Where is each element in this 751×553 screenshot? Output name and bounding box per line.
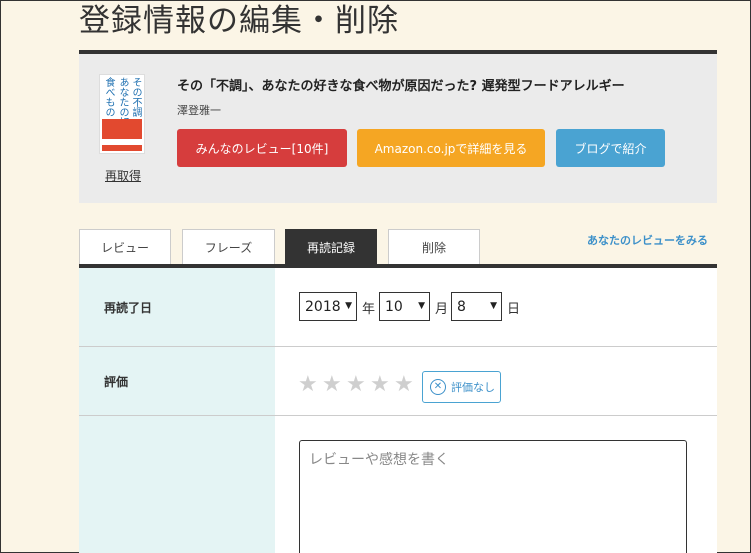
year-select[interactable]: 2018 ▼ <box>299 292 357 321</box>
rating-label: 評価 <box>104 375 129 389</box>
star-icon-5[interactable]: ★ <box>394 373 414 397</box>
all-reviews-button[interactable]: みんなのレビュー[10件] <box>177 129 347 167</box>
book-panel: その不調 あなたの好 食べもの 再取得 その「不調」、あなたの好きな食べ物が原因… <box>79 54 717 203</box>
close-circle-icon: ✕ <box>430 379 446 395</box>
amazon-details-button[interactable]: Amazon.co.jpで詳細を見る <box>357 129 545 167</box>
year-select-value: 2018 <box>305 298 341 315</box>
row-divider <box>79 415 717 416</box>
cover-text-3: 食べもの <box>103 77 114 117</box>
month-select[interactable]: 10 ▼ <box>379 292 430 321</box>
day-select[interactable]: 8 ▼ <box>451 292 502 321</box>
chevron-down-icon: ▼ <box>418 301 425 311</box>
your-review-link[interactable]: あなたのレビューをみる <box>587 232 708 248</box>
refetch-link[interactable]: 再取得 <box>105 167 141 184</box>
tab-review[interactable]: レビュー <box>79 229 171 265</box>
star-icon-1[interactable]: ★ <box>298 373 318 397</box>
month-select-value: 10 <box>385 298 403 315</box>
star-icon-3[interactable]: ★ <box>346 373 366 397</box>
blog-share-button[interactable]: ブログで紹介 <box>556 129 665 167</box>
book-cover-image: その不調 あなたの好 食べもの <box>99 74 145 154</box>
day-select-value: 8 <box>457 298 466 315</box>
cover-text-1: その不調 <box>130 77 141 117</box>
cover-band <box>102 139 142 145</box>
reread-date-label: 再読了日 <box>104 301 153 315</box>
book-title[interactable]: その「不調」、あなたの好きな食べ物が原因だった? 遅発型フードアレルギー <box>177 75 625 94</box>
day-unit-label: 日 <box>507 302 521 317</box>
page-title: 登録情報の編集・削除 <box>79 3 399 39</box>
no-rating-button[interactable]: ✕ 評価なし <box>422 371 501 403</box>
chevron-down-icon: ▼ <box>345 301 352 311</box>
tab-delete[interactable]: 削除 <box>388 229 480 265</box>
book-author[interactable]: 澤登雅一 <box>177 102 221 118</box>
tab-phrase[interactable]: フレーズ <box>182 229 275 265</box>
chevron-down-icon: ▼ <box>490 301 497 311</box>
month-unit-label: 月 <box>435 302 449 317</box>
review-textarea[interactable] <box>299 440 687 553</box>
year-unit-label: 年 <box>362 302 376 317</box>
tab-reread-record[interactable]: 再読記録 <box>285 229 377 265</box>
no-rating-label: 評価なし <box>451 381 495 394</box>
cover-red-block <box>102 119 142 151</box>
star-icon-4[interactable]: ★ <box>370 373 390 397</box>
star-icon-2[interactable]: ★ <box>322 373 342 397</box>
row-divider <box>79 346 717 347</box>
